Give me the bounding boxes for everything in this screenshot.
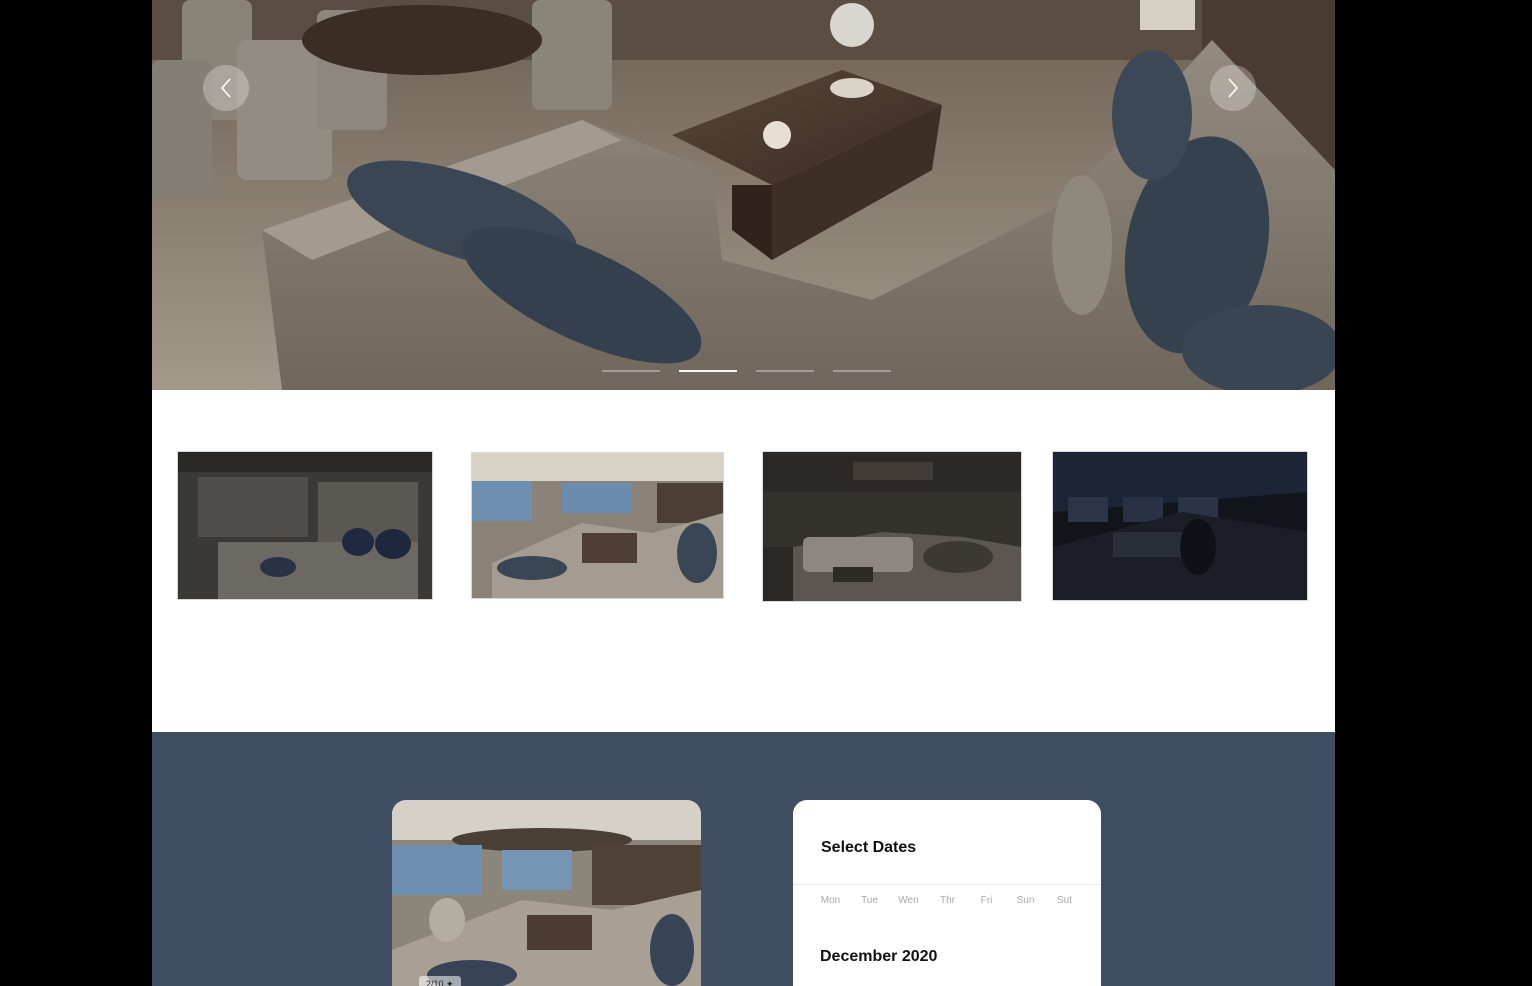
weekday-fri: Fri [980, 895, 993, 906]
thumbnail-gallery [152, 390, 1335, 732]
weekday-mon: Mon [820, 895, 841, 906]
thumbnail-bedroom[interactable] [177, 451, 433, 600]
calendar-title: Select Dates [821, 839, 917, 856]
slider-next-button[interactable] [1210, 65, 1256, 111]
weekday-header: Mon Tue Wen Thr Fri Sun Sut [811, 895, 1101, 906]
chevron-right-icon [1228, 78, 1239, 98]
slider-dot-1[interactable] [602, 370, 660, 372]
slider-dots [602, 370, 891, 372]
preview-image [392, 800, 701, 986]
weekday-tue: Tue [861, 895, 878, 906]
weekday-sat: Sut [1056, 895, 1072, 906]
booking-section: 2/10 ✦ Select Dates Mon Tue Wen Thr Fri … [152, 732, 1335, 986]
thumbnail-lounge[interactable] [762, 451, 1022, 602]
weekday-thu: Thr [940, 895, 955, 906]
image-counter-badge: 2/10 ✦ [419, 976, 461, 986]
hero-image [152, 0, 1335, 390]
calendar-month-label: December 2020 [820, 948, 938, 965]
slider-dot-2[interactable] [679, 370, 737, 372]
calendar-divider [793, 884, 1101, 885]
thumbnail-bridge[interactable] [1052, 451, 1308, 601]
date-picker-card: Select Dates Mon Tue Wen Thr Fri Sun Sut… [793, 800, 1101, 986]
page: 2/10 ✦ Select Dates Mon Tue Wen Thr Fri … [152, 0, 1335, 986]
hero-slider [152, 0, 1335, 390]
chevron-left-icon [220, 78, 231, 98]
slider-dot-3[interactable] [756, 370, 814, 372]
slider-prev-button[interactable] [203, 65, 249, 111]
preview-image-card[interactable]: 2/10 ✦ [392, 800, 701, 986]
weekday-sun: Sun [1016, 895, 1035, 906]
weekday-wed: Wen [898, 895, 919, 906]
slider-dot-4[interactable] [833, 370, 891, 372]
thumbnail-salon[interactable] [471, 452, 724, 599]
